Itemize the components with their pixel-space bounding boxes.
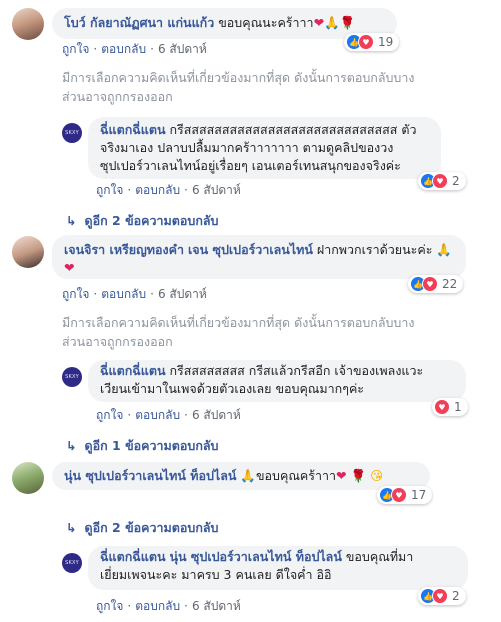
avatar[interactable]: SKXY	[62, 553, 82, 573]
comment-text: ฝากพวกเราด้วยนะค่ะ	[316, 242, 433, 257]
reply-text: เยี่ยมเพจนะคะ มาครบ 3 คนเลย ดีใจค่ำ อิอิ	[100, 567, 332, 582]
reply-actions: ถูกใจ · ตอบกลับ · 6 สัปดาห์	[96, 408, 241, 422]
commenter-name[interactable]: ฉี่แตกฉี่แตน	[100, 363, 166, 378]
tagged-name[interactable]: เจน ซุปเปอร์วาเลนไทน์	[188, 242, 313, 257]
reply-text: กรีสสสสสสสส กรีสแล้วกรีสอีก เจ้าของเพลงแ…	[169, 363, 424, 378]
kiss-emoji: 😘	[370, 468, 384, 483]
reply-link[interactable]: ตอบกลับ	[135, 599, 180, 613]
reply-text: เวียนเข้ามาในเพจด้วยตัวเองเลย ขอบคุณมากๆ…	[100, 381, 365, 396]
reply-text: จริงมาเอง ปลาบปลื้มมากคร้าาาาาาา ตามดูคล…	[100, 140, 394, 155]
view-more-replies[interactable]: ↳ ดูอีก 2 ข้อความตอบกลับ	[66, 211, 219, 231]
reaction-count: 2	[452, 174, 460, 188]
reaction-summary[interactable]: ♥ 1	[432, 398, 468, 416]
comment-bubble: นุ่น ซุปเปอร์วาเลนไทน์ ท็อปไลน์ 🙏ขอบคุณค…	[52, 462, 430, 490]
avatar[interactable]	[12, 462, 44, 494]
love-reaction-icon: ♥	[391, 487, 407, 503]
reaction-count: 2	[452, 589, 460, 603]
reply-link[interactable]: ตอบกลับ	[101, 287, 146, 301]
comment-text: ขอบคุณนะคร้าาา	[218, 15, 314, 30]
reply-arrow-icon: ↳	[66, 438, 77, 453]
reply-actions: ถูกใจ · ตอบกลับ · 6 สัปดาห์	[96, 599, 241, 613]
comment-bubble: เจนจิรา เหรียญทองคำ เจน ซุปเปอร์วาเลนไทน…	[52, 235, 466, 279]
commenter-name[interactable]: โบว์ กัลยาณัฏศนา แก่นแก้ว	[64, 15, 214, 30]
timestamp[interactable]: 6 สัปดาห์	[158, 42, 207, 56]
rose-emoji: 🌹	[350, 468, 367, 483]
timestamp[interactable]: 6 สัปดาห์	[158, 287, 207, 301]
comment-bubble: โบว์ กัลยาณัฏศนา แก่นแก้ว ขอบคุณนะคร้าาา…	[52, 8, 397, 39]
reply-actions: ถูกใจ · ตอบกลับ · 6 สัปดาห์	[96, 183, 241, 197]
reply-text: ซุปเปอร์วาเลนไทน์อยู่เรื่อยๆ เอนเตอร์เทน…	[100, 158, 401, 173]
reaction-count: 22	[442, 277, 458, 291]
reply-bubble: ฉี่แตกฉี่แตน กรีสสสสสสสสสสสสสสสสสสสสสสสส…	[88, 117, 441, 179]
avatar[interactable]: SKXY	[62, 123, 82, 143]
heart-emoji: ❤	[64, 260, 75, 275]
timestamp[interactable]: 6 สัปดาห์	[192, 408, 241, 422]
reply-link[interactable]: ตอบกลับ	[101, 42, 146, 56]
pray-emoji: 🙏	[324, 15, 340, 30]
heart-emoji: ❤	[313, 15, 325, 30]
view-more-replies[interactable]: ↳ ดูอีก 1 ข้อความตอบกลับ	[66, 436, 219, 456]
like-link[interactable]: ถูกใจ	[96, 599, 123, 613]
commenter-name[interactable]: ฉี่แตกฉี่แตน	[100, 549, 166, 564]
commenter-name[interactable]: นุ่น ซุปเปอร์วาเลนไทน์ ท็อปไลน์	[64, 468, 236, 483]
love-reaction-icon: ♥	[432, 173, 448, 189]
reaction-summary[interactable]: 👍 ♥ 19	[344, 33, 400, 51]
reply-text: ขอบคุณที่มา	[345, 549, 414, 564]
love-reaction-icon: ♥	[422, 276, 438, 292]
reaction-summary[interactable]: 👍 ♥ 22	[408, 275, 464, 293]
reply-link[interactable]: ตอบกลับ	[135, 183, 180, 197]
view-more-replies[interactable]: ↳ ดูอีก 2 ข้อความตอบกลับ	[66, 518, 219, 538]
filter-notice: มีการเลือกความคิดเห็นที่เกี่ยวข้องมากที่…	[62, 315, 415, 349]
reaction-summary[interactable]: 👍 ♥ 2	[418, 587, 466, 605]
reaction-count: 17	[411, 488, 427, 502]
love-reaction-icon: ♥	[432, 588, 448, 604]
reply-arrow-icon: ↳	[66, 213, 77, 228]
like-link[interactable]: ถูกใจ	[62, 287, 89, 301]
filter-notice: มีการเลือกความคิดเห็นที่เกี่ยวข้องมากที่…	[62, 70, 415, 104]
reply-link[interactable]: ตอบกลับ	[135, 408, 180, 422]
love-reaction-icon: ♥	[434, 399, 450, 415]
reply-bubble: ฉี่แตกฉี่แตน นุ่น ซุปเปอร์วาเลนไทน์ ท็อป…	[88, 546, 468, 590]
commenter-name[interactable]: ฉี่แตกฉี่แตน	[100, 122, 166, 137]
avatar[interactable]: SKXY	[62, 367, 82, 387]
avatar[interactable]	[12, 236, 44, 268]
heart-emoji: ❤	[336, 468, 347, 483]
reply-text: กรีสสสสสสสสสสสสสสสสสสสสสสสสสสสส ตัว	[169, 122, 417, 137]
avatar[interactable]	[12, 8, 44, 40]
commenter-name[interactable]: เจนจิรา เหรียญทองคำ	[64, 242, 184, 257]
tagged-name[interactable]: นุ่น ซุปเปอร์วาเลนไทน์ ท็อปไลน์	[169, 549, 341, 564]
reaction-summary[interactable]: 👍 ♥ 17	[377, 486, 433, 504]
timestamp[interactable]: 6 สัปดาห์	[192, 183, 241, 197]
like-link[interactable]: ถูกใจ	[62, 42, 89, 56]
like-link[interactable]: ถูกใจ	[96, 183, 123, 197]
reaction-count: 19	[378, 35, 394, 49]
comment-actions: ถูกใจ · ตอบกลับ · 6 สัปดาห์	[62, 287, 207, 301]
reaction-count: 1	[454, 400, 462, 414]
reply-bubble: ฉี่แตกฉี่แตน กรีสสสสสสสส กรีสแล้วกรีสอีก…	[88, 360, 466, 402]
comment-actions: ถูกใจ · ตอบกลับ · 6 สัปดาห์	[62, 42, 207, 56]
reply-arrow-icon: ↳	[66, 520, 77, 535]
timestamp[interactable]: 6 สัปดาห์	[192, 599, 241, 613]
like-link[interactable]: ถูกใจ	[96, 408, 123, 422]
pray-emoji: 🙏	[436, 242, 452, 257]
rose-emoji: 🌹	[339, 15, 356, 30]
reaction-summary[interactable]: 👍 ♥ 2	[418, 172, 466, 190]
pray-emoji: 🙏	[240, 468, 256, 483]
comment-text: ขอบคุณคร้าาา	[255, 468, 337, 483]
love-reaction-icon: ♥	[358, 34, 374, 50]
